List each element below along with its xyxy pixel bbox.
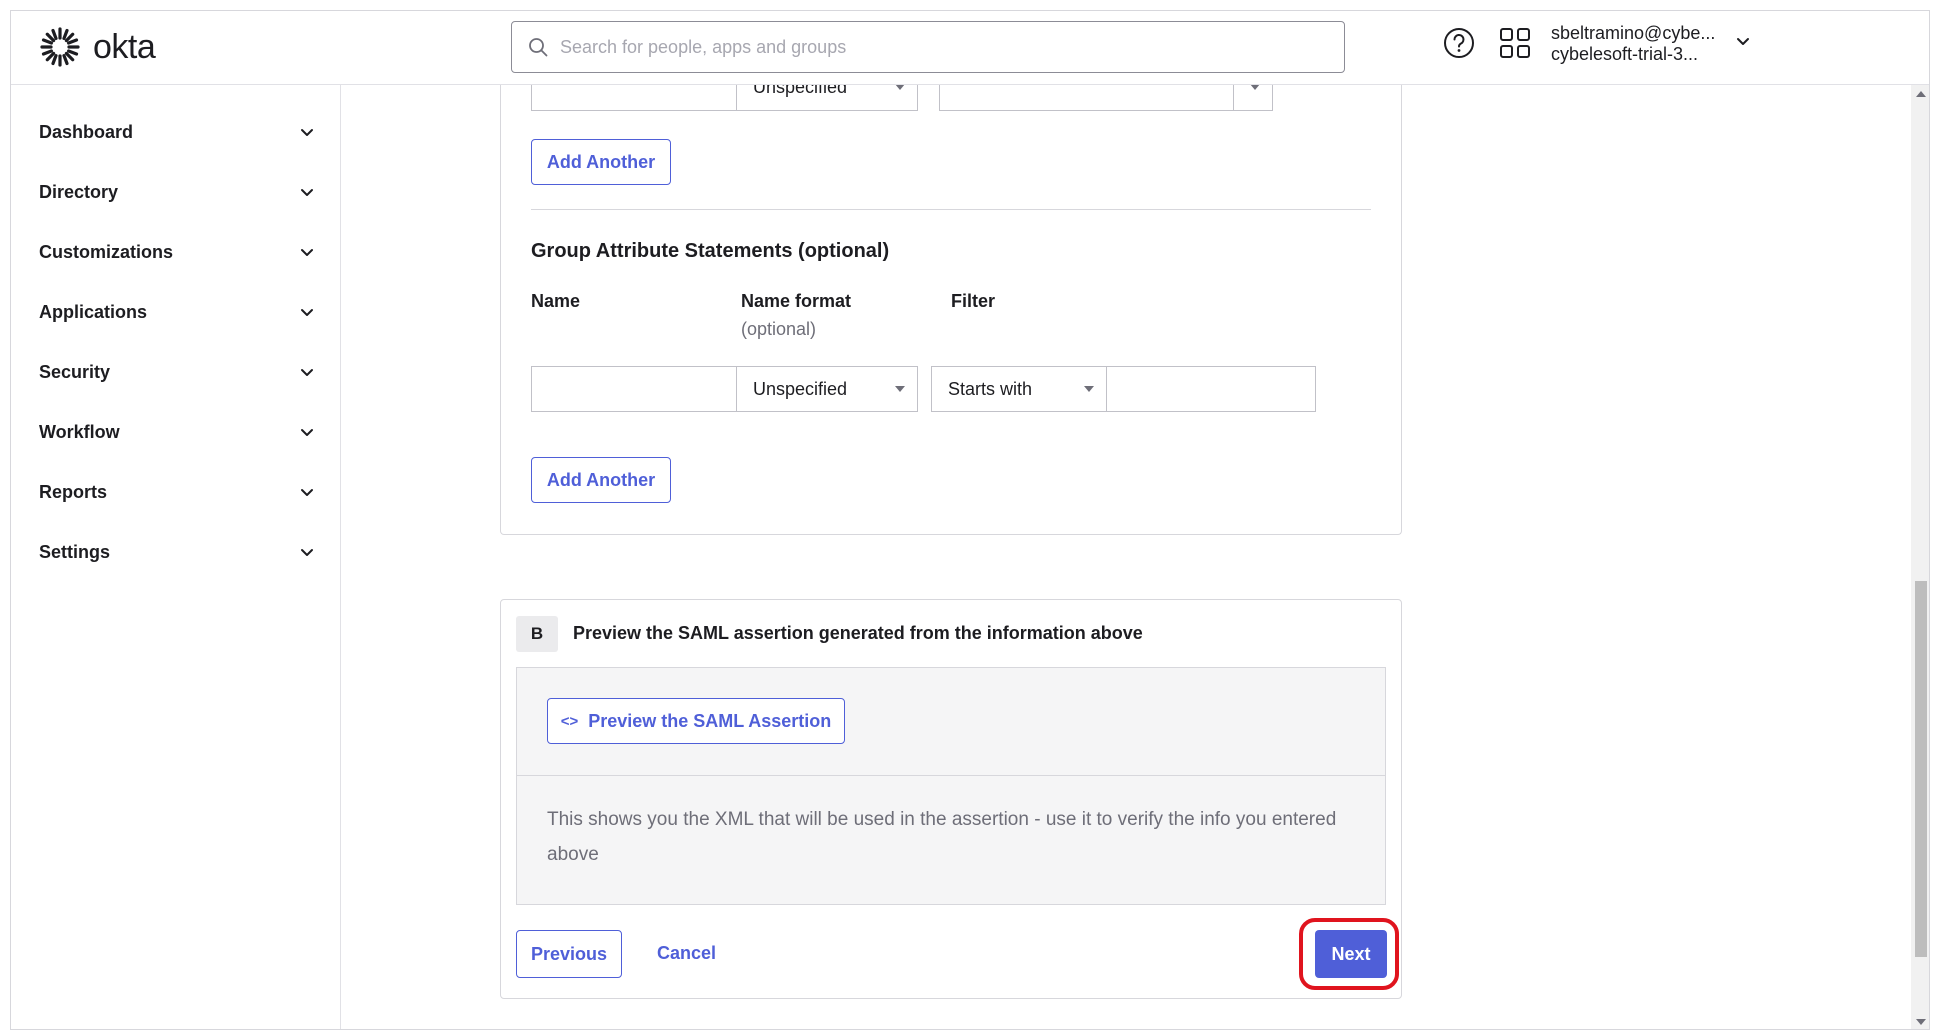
user-org: cybelesoft-trial-3...	[1551, 44, 1699, 64]
sidebar-nav: Dashboard Directory Customizations Appli…	[11, 85, 341, 1029]
section-divider	[531, 209, 1371, 210]
sidebar-item-security[interactable]: Security	[39, 352, 315, 392]
group-attribute-title: Group Attribute Statements (optional)	[531, 240, 890, 262]
attribute-name-format-select[interactable]: Unspecified	[736, 85, 918, 111]
saml-preview-help-text: This shows you the XML that will be used…	[547, 809, 1337, 865]
sidebar-item-directory[interactable]: Directory	[39, 172, 315, 212]
scroll-up-arrow-icon[interactable]	[1916, 91, 1926, 97]
search-icon	[529, 38, 548, 57]
sidebar-item-customizations[interactable]: Customizations	[39, 232, 315, 272]
attribute-name-input[interactable]	[531, 85, 737, 111]
scrollbar-thumb[interactable]	[1915, 581, 1927, 957]
code-icon: <>	[560, 712, 579, 730]
user-email: sbeltramino@cybe...	[1551, 23, 1716, 43]
sidebar-item-label: Reports	[39, 481, 108, 502]
global-search[interactable]	[511, 21, 1345, 73]
step-badge: B	[516, 616, 558, 652]
scroll-down-arrow-icon[interactable]	[1916, 1019, 1926, 1025]
attribute-statements-panel: Unspecified Add Another Group Attribute …	[500, 85, 1402, 535]
top-header: okta sbeltramino@cyb	[11, 11, 1929, 85]
chevron-down-icon	[301, 189, 313, 196]
button-label: Previous	[530, 943, 608, 964]
button-label: Next	[1331, 943, 1371, 964]
page-scrollbar[interactable]	[1911, 85, 1929, 1029]
sidebar-item-label: Dashboard	[39, 121, 134, 142]
sidebar-item-label: Directory	[39, 181, 119, 202]
main-content: Unspecified Add Another Group Attribute …	[342, 85, 1912, 1029]
preview-saml-assertion-button[interactable]: <> Preview the SAML Assertion	[547, 698, 845, 744]
button-label: Add Another	[546, 151, 656, 172]
saml-preview-title: Preview the SAML assertion generated fro…	[573, 623, 1143, 643]
logo-text: okta	[93, 27, 156, 66]
column-name-label: Name	[531, 291, 581, 311]
preview-divider	[517, 775, 1385, 776]
sidebar-item-dashboard[interactable]: Dashboard	[39, 112, 315, 152]
search-input[interactable]	[560, 36, 1320, 58]
column-name-format-label: Name format	[741, 291, 852, 311]
caret-down-icon	[895, 386, 905, 392]
group-name-format-select[interactable]: Unspecified	[736, 366, 918, 412]
group-filter-value-input[interactable]	[1106, 366, 1316, 412]
group-attribute-name-input[interactable]	[531, 366, 737, 412]
chevron-down-icon	[301, 429, 313, 436]
sidebar-item-label: Workflow	[39, 421, 120, 442]
sidebar-item-label: Applications	[39, 301, 148, 322]
sidebar-item-reports[interactable]: Reports	[39, 472, 315, 512]
combobox-divider	[1233, 85, 1234, 110]
saml-preview-panel: B Preview the SAML assertion generated f…	[500, 599, 1402, 999]
chevron-down-icon	[301, 129, 313, 136]
chevron-down-icon[interactable]	[1735, 33, 1751, 49]
chevron-down-icon	[301, 309, 313, 316]
help-icon[interactable]	[1441, 25, 1477, 61]
user-menu[interactable]: sbeltramino@cybe... cybelesoft-trial-3..…	[1551, 23, 1715, 65]
sidebar-item-label: Customizations	[39, 241, 174, 262]
caret-down-icon	[1084, 386, 1094, 392]
sidebar-item-label: Security	[39, 361, 111, 382]
group-filter-select[interactable]: Starts with	[931, 366, 1107, 412]
next-button[interactable]: Next	[1315, 930, 1387, 978]
add-another-attribute-button[interactable]: Add Another	[531, 139, 671, 185]
okta-logo[interactable]: okta	[39, 26, 156, 68]
attribute-value-combobox[interactable]	[939, 85, 1273, 111]
caret-down-icon	[895, 85, 905, 90]
button-label: Add Another	[546, 469, 656, 490]
app-grid-icon[interactable]	[1497, 25, 1533, 61]
cancel-link[interactable]: Cancel	[657, 943, 716, 964]
chevron-down-icon	[301, 369, 313, 376]
browser-window: okta sbeltramino@cyb	[10, 10, 1930, 1030]
select-value: Unspecified	[753, 85, 848, 97]
button-label: Preview the SAML Assertion	[588, 710, 832, 731]
chevron-down-icon	[301, 249, 313, 256]
sidebar-item-label: Settings	[39, 541, 111, 562]
chevron-down-icon	[301, 489, 313, 496]
add-another-group-attribute-button[interactable]: Add Another	[531, 457, 671, 503]
sidebar-item-settings[interactable]: Settings	[39, 532, 315, 572]
column-optional-sublabel: (optional)	[741, 319, 817, 339]
sidebar-item-applications[interactable]: Applications	[39, 292, 315, 332]
previous-button[interactable]: Previous	[516, 930, 622, 978]
chevron-down-icon	[301, 549, 313, 556]
select-value: Unspecified	[753, 378, 848, 399]
okta-sunburst-icon	[40, 27, 80, 67]
caret-down-icon	[1250, 85, 1260, 90]
column-filter-label: Filter	[951, 291, 996, 311]
sidebar-item-workflow[interactable]: Workflow	[39, 412, 315, 452]
select-value: Starts with	[948, 378, 1033, 399]
saml-preview-box: <> Preview the SAML Assertion This shows…	[516, 667, 1386, 905]
